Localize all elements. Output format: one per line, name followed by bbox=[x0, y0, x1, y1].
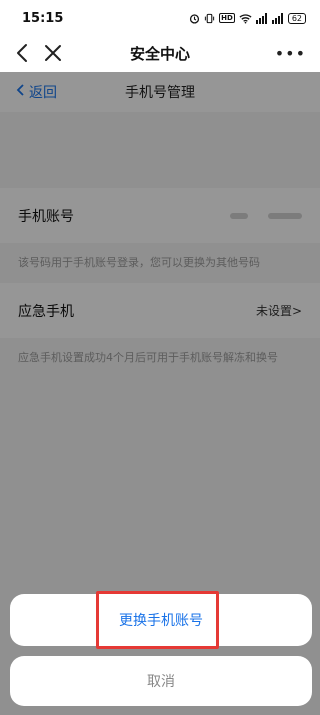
status-time: 15:15 bbox=[22, 10, 64, 26]
status-bar: 15:15 HD 62 bbox=[0, 0, 320, 36]
battery-indicator: 62 bbox=[287, 12, 306, 24]
close-icon[interactable] bbox=[42, 42, 64, 64]
alarm-icon bbox=[189, 13, 200, 24]
cancel-button[interactable]: 取消 bbox=[10, 656, 312, 706]
hd-icon: HD bbox=[219, 13, 235, 23]
vibrate-icon bbox=[204, 13, 215, 24]
signal-icon bbox=[271, 12, 284, 24]
wifi-icon bbox=[239, 13, 252, 24]
back-arrow-icon[interactable] bbox=[12, 42, 34, 64]
more-options-icon[interactable]: ••• bbox=[275, 44, 306, 63]
status-icons: HD 62 bbox=[189, 12, 306, 24]
top-nav: 安全中心 ••• bbox=[0, 36, 320, 70]
change-phone-account-button[interactable]: 更换手机账号 bbox=[10, 594, 312, 646]
signal-icon bbox=[255, 12, 268, 24]
